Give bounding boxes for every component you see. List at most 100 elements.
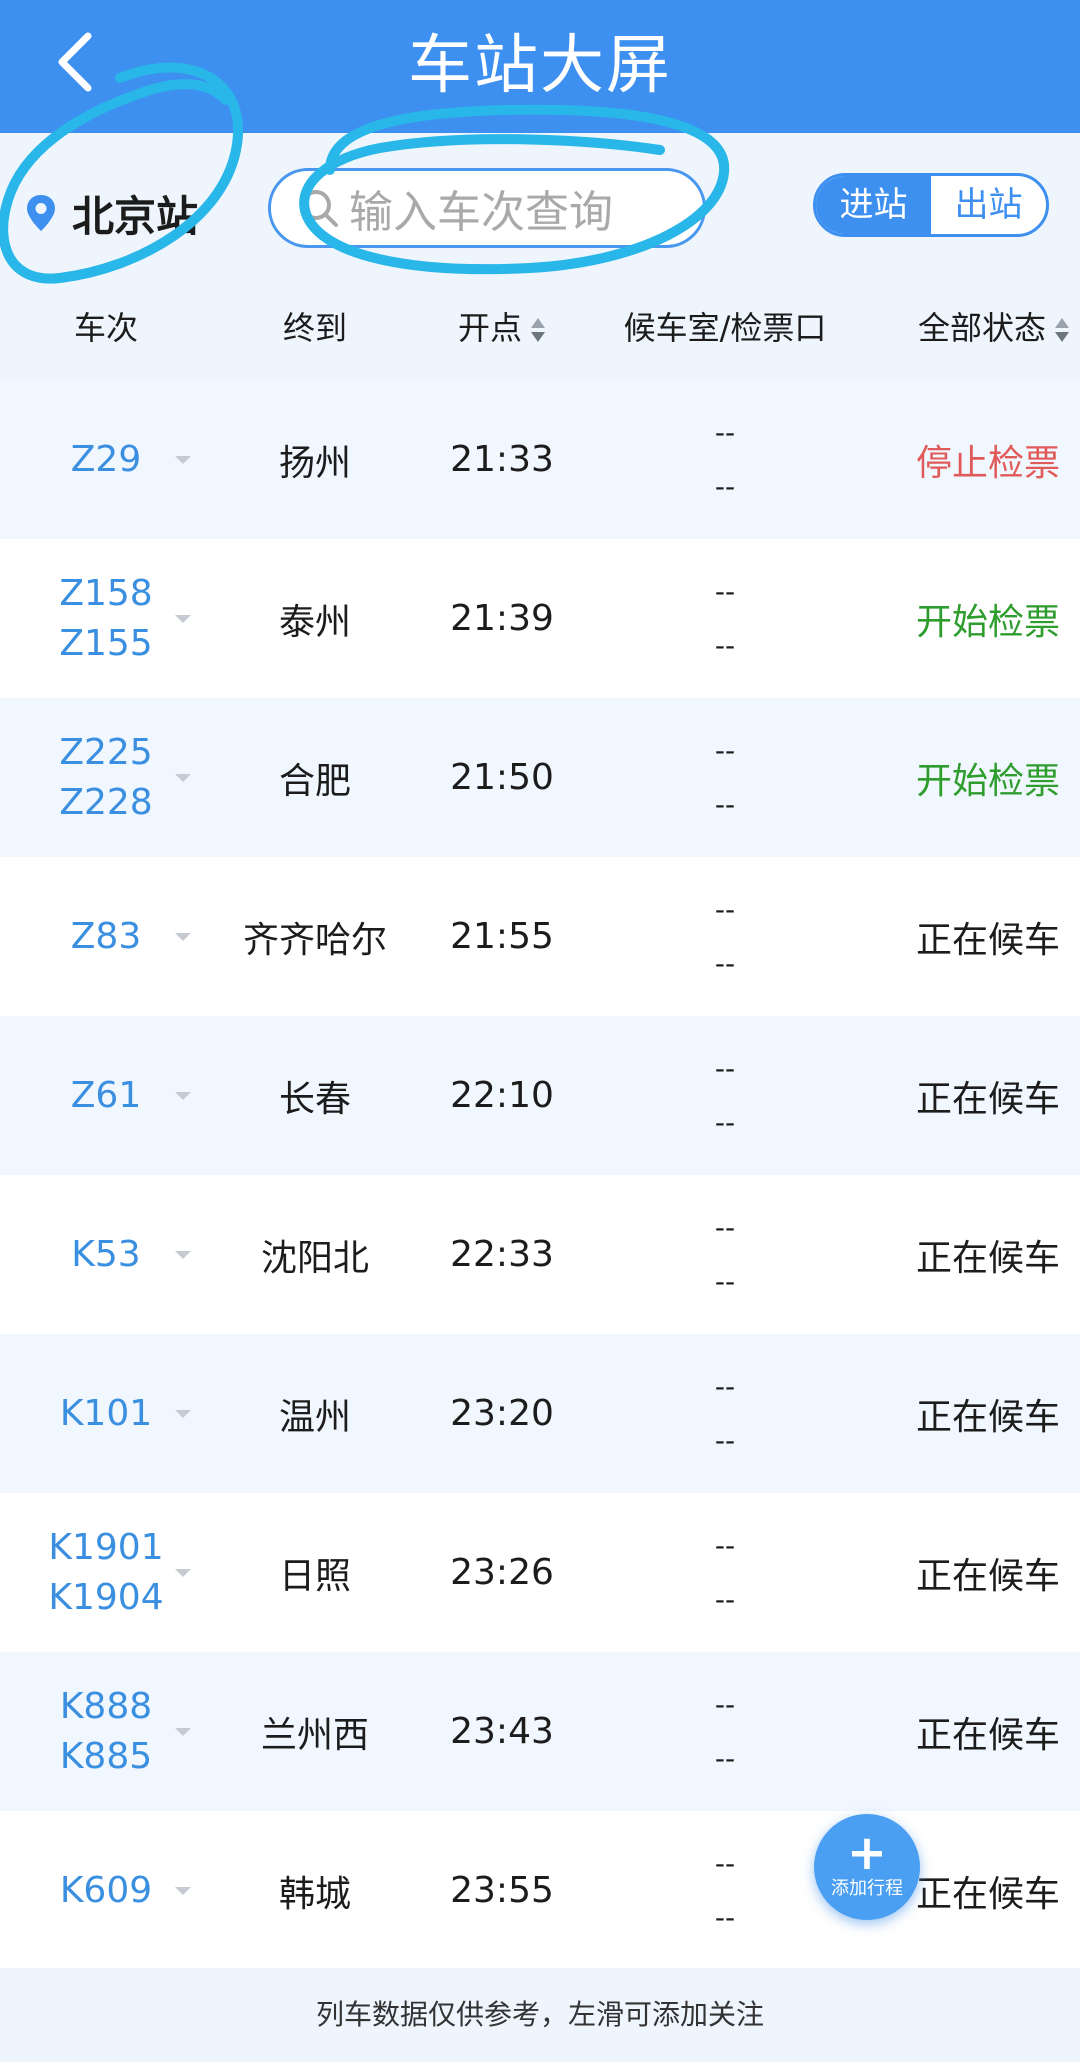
expand-caret[interactable] xyxy=(170,857,196,1016)
train-number-primary: K1901 xyxy=(48,1526,164,1568)
col-status-label: 全部状态 xyxy=(917,309,1046,347)
station-name: 北京站 xyxy=(72,191,199,241)
table-row[interactable]: K609 韩城 23:55 -- -- 正在候车 xyxy=(0,1811,1080,1970)
train-number-primary: Z83 xyxy=(70,915,142,957)
train-number[interactable]: K609 xyxy=(30,1811,182,1970)
train-number-secondary: K1904 xyxy=(48,1576,164,1618)
status-badge: 正在候车 xyxy=(915,919,1060,961)
status-badge: 正在候车 xyxy=(915,1555,1060,1597)
expand-caret[interactable] xyxy=(170,380,196,539)
destination: 兰州西 xyxy=(260,1714,369,1756)
page-title: 车站大屏 xyxy=(408,29,672,103)
station-selector[interactable]: 北京站 xyxy=(24,173,198,253)
waiting-room-gate: -- -- xyxy=(640,857,810,1016)
departure-time: 22:10 xyxy=(450,1075,554,1116)
ticket-gate: -- xyxy=(714,1105,736,1139)
train-number[interactable]: Z29 xyxy=(30,380,182,539)
waiting-room: -- xyxy=(714,1528,736,1562)
waiting-room-gate: -- -- xyxy=(640,1175,810,1334)
sort-icon xyxy=(531,318,545,342)
search-placeholder: 输入车次查询 xyxy=(349,187,613,238)
col-departure-sort[interactable]: 开点 xyxy=(420,290,584,380)
train-number-primary: K609 xyxy=(59,1869,153,1911)
footer-note: 列车数据仅供参考，左滑可添加关注 xyxy=(0,1968,1080,2062)
app-header: 车站大屏 xyxy=(0,0,1080,133)
ticket-gate: -- xyxy=(714,628,736,662)
table-row[interactable]: K53 沈阳北 22:33 -- -- 正在候车 xyxy=(0,1175,1080,1334)
table-row[interactable]: Z29 扬州 21:33 -- -- 停止检票 xyxy=(0,380,1080,539)
destination: 齐齐哈尔 xyxy=(242,919,387,961)
toggle-in[interactable]: 进站 xyxy=(816,176,931,234)
table-row[interactable]: Z61 长春 22:10 -- -- 正在候车 xyxy=(0,1016,1080,1175)
status-badge: 正在候车 xyxy=(915,1714,1060,1756)
waiting-room: -- xyxy=(714,733,736,767)
departure-time: 21:50 xyxy=(450,757,554,798)
train-number-primary: Z29 xyxy=(70,438,142,480)
table-row[interactable]: Z83 齐齐哈尔 21:55 -- -- 正在候车 xyxy=(0,857,1080,1016)
train-number[interactable]: K53 xyxy=(30,1175,182,1334)
caret-down-icon xyxy=(175,1727,191,1736)
waiting-room: -- xyxy=(714,415,736,449)
col-status-filter[interactable]: 全部状态 xyxy=(870,290,1070,380)
add-trip-button[interactable]: + 添加行程 xyxy=(814,1814,920,1920)
train-number-primary: K53 xyxy=(71,1233,141,1275)
search-input[interactable]: 输入车次查询 xyxy=(268,168,706,248)
expand-caret[interactable] xyxy=(170,1493,196,1652)
train-number[interactable]: K1901 K1904 xyxy=(30,1493,182,1652)
train-number[interactable]: Z61 xyxy=(30,1016,182,1175)
add-trip-label: 添加行程 xyxy=(831,1878,903,1899)
toggle-out[interactable]: 出站 xyxy=(931,176,1046,234)
ticket-gate: -- xyxy=(714,1423,736,1457)
train-number[interactable]: Z158 Z155 xyxy=(30,539,182,698)
plus-icon: + xyxy=(846,1825,888,1881)
table-row[interactable]: K888 K885 兰州西 23:43 -- -- 正在候车 xyxy=(0,1652,1080,1811)
caret-down-icon xyxy=(175,1409,191,1418)
table-row[interactable]: Z158 Z155 泰州 21:39 -- -- 开始检票 xyxy=(0,539,1080,698)
train-number[interactable]: Z83 xyxy=(30,857,182,1016)
waiting-room-gate: -- -- xyxy=(640,380,810,539)
caret-down-icon xyxy=(175,455,191,464)
ticket-gate: -- xyxy=(714,1900,736,1934)
waiting-room-gate: -- -- xyxy=(640,1811,810,1970)
status-badge: 开始检票 xyxy=(915,760,1060,802)
expand-caret[interactable] xyxy=(170,1334,196,1493)
train-number-primary: Z225 xyxy=(59,731,153,773)
caret-down-icon xyxy=(175,614,191,623)
train-number[interactable]: Z225 Z228 xyxy=(30,698,182,857)
expand-caret[interactable] xyxy=(170,1175,196,1334)
destination: 日照 xyxy=(278,1555,351,1597)
waiting-room-gate: -- -- xyxy=(640,1493,810,1652)
expand-caret[interactable] xyxy=(170,1811,196,1970)
waiting-room-gate: -- -- xyxy=(640,1334,810,1493)
caret-down-icon xyxy=(175,1091,191,1100)
waiting-room: -- xyxy=(714,1687,736,1721)
sort-icon xyxy=(1055,318,1069,342)
departure-time: 23:20 xyxy=(450,1393,554,1434)
expand-caret[interactable] xyxy=(170,539,196,698)
destination: 长春 xyxy=(278,1078,351,1120)
status-badge: 正在候车 xyxy=(915,1078,1060,1120)
waiting-room: -- xyxy=(714,1210,736,1244)
col-destination: 终到 xyxy=(282,309,347,347)
waiting-room: -- xyxy=(714,574,736,608)
in-out-toggle: 进站 出站 xyxy=(813,173,1049,237)
destination: 沈阳北 xyxy=(260,1237,369,1279)
train-number-primary: Z61 xyxy=(70,1074,142,1116)
destination: 韩城 xyxy=(278,1873,351,1915)
departure-time: 21:39 xyxy=(450,598,554,639)
expand-caret[interactable] xyxy=(170,1016,196,1175)
destination: 合肥 xyxy=(278,760,351,802)
caret-down-icon xyxy=(175,773,191,782)
waiting-room-gate: -- -- xyxy=(640,539,810,698)
waiting-room: -- xyxy=(714,1051,736,1085)
table-row[interactable]: Z225 Z228 合肥 21:50 -- -- 开始检票 xyxy=(0,698,1080,857)
table-row[interactable]: K101 温州 23:20 -- -- 正在候车 xyxy=(0,1334,1080,1493)
ticket-gate: -- xyxy=(714,469,736,503)
ticket-gate: -- xyxy=(714,1582,736,1616)
expand-caret[interactable] xyxy=(170,1652,196,1811)
expand-caret[interactable] xyxy=(170,698,196,857)
destination: 泰州 xyxy=(278,601,351,643)
train-number[interactable]: K101 xyxy=(30,1334,182,1493)
train-number[interactable]: K888 K885 xyxy=(30,1652,182,1811)
table-row[interactable]: K1901 K1904 日照 23:26 -- -- 正在候车 xyxy=(0,1493,1080,1652)
